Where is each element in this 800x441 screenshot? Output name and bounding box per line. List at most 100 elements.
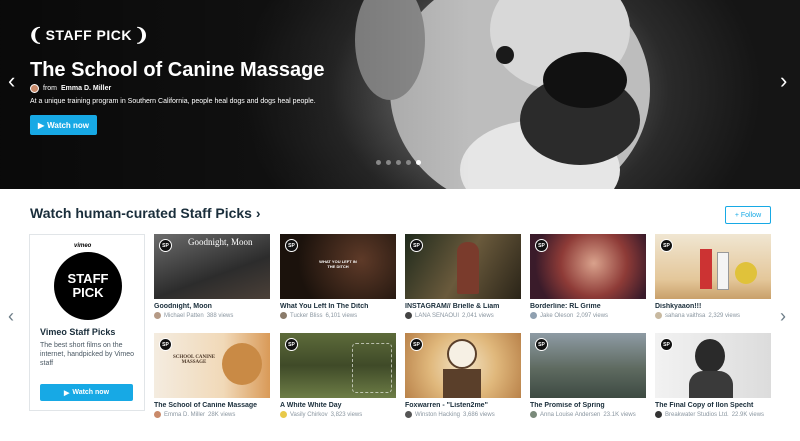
video-title[interactable]: The School of Canine Massage xyxy=(154,402,270,409)
uploader-name[interactable]: Michael Patten xyxy=(164,313,204,319)
view-count: 3,823 views xyxy=(330,411,363,418)
view-count: 28K views xyxy=(208,411,236,418)
uploader-avatar[interactable] xyxy=(154,411,161,418)
uploader-avatar[interactable] xyxy=(655,411,662,418)
carousel-dot[interactable] xyxy=(386,160,391,165)
hero-banner[interactable]: ❨ STAFF PICK ❩ The School of Canine Mass… xyxy=(0,0,800,189)
view-count: 22.9K views xyxy=(731,411,765,418)
uploader-name[interactable]: LANA SENAOUI xyxy=(415,313,459,319)
figure-shape xyxy=(700,249,712,289)
video-thumbnail[interactable]: SP xyxy=(530,234,646,299)
video-title[interactable]: Goodnight, Moon xyxy=(154,303,270,310)
view-count: 2,097 views xyxy=(576,312,609,319)
video-card[interactable]: SP SCHOOL CANINE MASSAGE The School of C… xyxy=(154,333,270,418)
hero-prev-button[interactable]: ‹ xyxy=(8,70,15,92)
video-meta: Michael Patten 388 views xyxy=(154,312,270,319)
uploader-avatar[interactable] xyxy=(405,312,412,319)
video-title[interactable]: Borderline: RL Grime xyxy=(530,303,646,310)
channel-name[interactable]: Vimeo Staff Picks xyxy=(40,327,115,337)
uploader-avatar[interactable] xyxy=(154,312,161,319)
view-count: 388 views xyxy=(206,312,234,319)
badge-top-text: STAFF xyxy=(67,271,109,286)
uploader-avatar[interactable] xyxy=(405,411,412,418)
staff-pick-badge-icon: SP xyxy=(159,239,172,252)
view-count: 23.1K views xyxy=(603,411,636,418)
section-title[interactable]: Watch human-curated Staff Picks › xyxy=(30,205,261,221)
uploader-name[interactable]: sahana vaithsa xyxy=(665,313,705,319)
hero-watch-now-label: Watch now xyxy=(47,120,90,130)
staff-picks-channel-card[interactable]: vimeo STAFF PICK Vimeo Staff Picks The be… xyxy=(29,234,145,411)
staff-pick-badge-icon: SP xyxy=(285,239,298,252)
play-icon: ▶ xyxy=(63,389,70,397)
uploader-avatar[interactable] xyxy=(530,411,537,418)
video-thumbnail[interactable]: SP SCHOOL CANINE MASSAGE xyxy=(154,333,270,398)
video-card[interactable]: SP Dishkyaaon!!! sahana vaithsa 2,329 vie… xyxy=(655,234,771,319)
uploader-name[interactable]: Jake Oleson xyxy=(540,313,573,319)
uploader-name[interactable]: Winston Hacking xyxy=(415,412,460,418)
video-title[interactable]: The Final Copy of Ilon Specht xyxy=(655,402,771,409)
carousel-dot[interactable] xyxy=(406,160,411,165)
view-count: 2,329 views xyxy=(708,312,741,319)
video-card[interactable]: SP INSTAGRAM// Brielle & Liam LANA SENAO… xyxy=(405,234,521,319)
video-title[interactable]: The Promise of Spring xyxy=(530,402,646,409)
carousel-dot[interactable] xyxy=(376,160,381,165)
uploader-avatar[interactable] xyxy=(280,411,287,418)
video-title[interactable]: Dishkyaaon!!! xyxy=(655,303,771,310)
video-title[interactable]: A White White Day xyxy=(280,402,396,409)
video-thumbnail[interactable]: SP xyxy=(530,333,646,398)
video-thumbnail[interactable]: SP WHAT YOU LEFT IN THE DITCH xyxy=(280,234,396,299)
hero-next-button[interactable]: › xyxy=(780,70,787,92)
video-thumbnail[interactable]: SP xyxy=(405,234,521,299)
uploader-name[interactable]: Anna Louise Andersen xyxy=(540,412,600,418)
view-count: 3,686 views xyxy=(463,411,495,418)
uploader-avatar[interactable] xyxy=(280,312,287,319)
row-prev-button[interactable]: ‹ xyxy=(8,306,14,327)
thumbnail-text: SCHOOL CANINE MASSAGE xyxy=(172,355,216,365)
hero-watch-now-button[interactable]: ▶ Watch now xyxy=(30,115,97,135)
video-card[interactable]: SP The Final Copy of Ilon Specht Breakwa… xyxy=(655,333,771,418)
hero-description: At a unique training program in Southern… xyxy=(30,98,316,105)
video-meta: LANA SENAOUI 2,041 views xyxy=(405,312,521,319)
carousel-dot[interactable] xyxy=(396,160,401,165)
uploader-name[interactable]: Vasily Chirkov xyxy=(290,412,328,418)
video-card[interactable]: SP A White White Day Vasily Chirkov 3,823… xyxy=(280,333,396,418)
uploader-name[interactable]: Emma D. Miller xyxy=(164,412,205,418)
view-count: 2,041 views xyxy=(462,312,494,319)
video-meta: Vasily Chirkov 3,823 views xyxy=(280,411,396,418)
uploader-avatar[interactable] xyxy=(530,312,537,319)
video-thumbnail[interactable]: SP xyxy=(655,234,771,299)
figure-shape xyxy=(735,262,757,284)
staff-pick-badge-icon: SP xyxy=(410,338,423,351)
channel-watch-now-button[interactable]: ▶ Watch now xyxy=(40,384,133,401)
video-meta: Tucker Bliss 6,101 views xyxy=(280,312,396,319)
hero-title[interactable]: The School of Canine Massage xyxy=(30,59,325,82)
video-thumbnail[interactable]: SP xyxy=(280,333,396,398)
follow-button[interactable]: + Follow xyxy=(725,206,771,224)
uploader-name[interactable]: Tucker Bliss xyxy=(290,313,322,319)
video-card[interactable]: SP Goodnight, Moon Goodnight, Moon Micha… xyxy=(154,234,270,319)
hero-author-link[interactable]: Emma D. Miller xyxy=(61,85,111,92)
video-title[interactable]: INSTAGRAM// Brielle & Liam xyxy=(405,303,521,310)
uploader-avatar[interactable] xyxy=(655,312,662,319)
video-meta: Jake Oleson 2,097 views xyxy=(530,312,646,319)
row-next-button[interactable]: › xyxy=(780,306,786,327)
carousel-dot-active[interactable] xyxy=(416,160,421,165)
video-card[interactable]: SP Borderline: RL Grime Jake Oleson 2,097… xyxy=(530,234,646,319)
video-thumbnail[interactable]: SP Goodnight, Moon xyxy=(154,234,270,299)
video-title[interactable]: Foxwarren - "Listen2me" xyxy=(405,402,521,409)
staff-pick-badge: STAFF PICK xyxy=(54,252,122,320)
byline-from: from xyxy=(43,85,57,92)
uploader-name[interactable]: Breakwater Studios Ltd. xyxy=(665,412,729,418)
video-meta: Anna Louise Andersen 23.1K views xyxy=(530,411,646,418)
video-meta: sahana vaithsa 2,329 views xyxy=(655,312,771,319)
author-avatar[interactable] xyxy=(30,84,39,93)
video-thumbnail[interactable]: SP xyxy=(405,333,521,398)
figure-shape xyxy=(447,339,477,369)
video-card[interactable]: SP Foxwarren - "Listen2me" Winston Hacki… xyxy=(405,333,521,418)
video-card[interactable]: SP The Promise of Spring Anna Louise And… xyxy=(530,333,646,418)
video-title[interactable]: What You Left In The Ditch xyxy=(280,303,396,310)
staff-pick-badge-icon: SP xyxy=(660,239,673,252)
video-card[interactable]: SP WHAT YOU LEFT IN THE DITCH What You L… xyxy=(280,234,396,319)
video-thumbnail[interactable]: SP xyxy=(655,333,771,398)
figure-shape xyxy=(717,252,729,290)
